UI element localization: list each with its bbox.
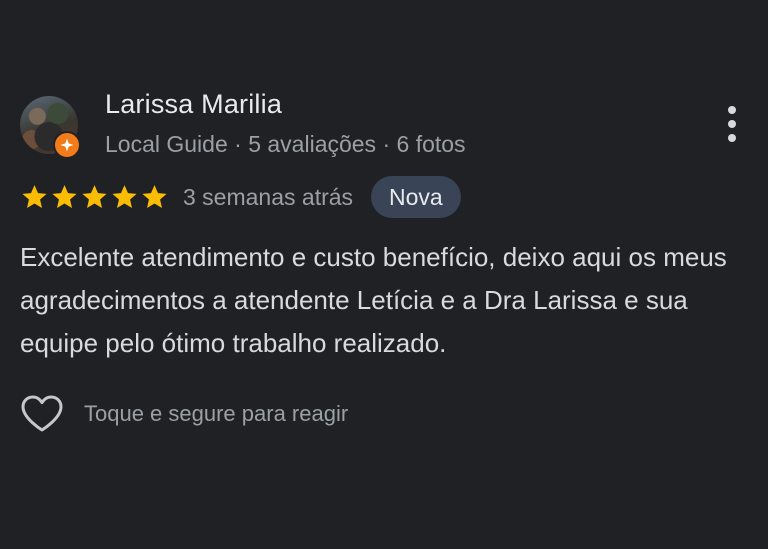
star-icon	[22, 184, 47, 208]
review-text: Excelente atendimento e custo benefício,…	[20, 242, 727, 358]
review-time: 3 semanas atrás	[183, 183, 354, 210]
meta-separator: ·	[376, 131, 397, 157]
review-card: Larissa Marilia Local Guide · 5 avaliaçõ…	[0, 0, 768, 549]
reviewer-meta: Local Guide · 5 avaliações · 6 fotos	[105, 131, 466, 158]
react-button[interactable]: Toque e segure para reagir	[20, 392, 348, 436]
star-icon	[142, 184, 167, 208]
star-icon	[52, 184, 77, 208]
reviewer-name[interactable]: Larissa Marilia	[105, 89, 282, 120]
new-badge: Nova	[371, 176, 461, 218]
local-guide-badge-icon	[53, 131, 81, 159]
reviewer-review-count: 5 avaliações	[248, 131, 377, 157]
rating-row: 3 semanas atrás Nova	[20, 176, 461, 218]
react-label: Toque e segure para reagir	[84, 401, 349, 426]
reviewer-level: Local Guide	[105, 131, 228, 157]
heart-outline-icon	[21, 395, 63, 432]
star-icon	[82, 184, 107, 208]
star-icon	[112, 184, 137, 208]
more-vert-icon[interactable]	[718, 104, 746, 144]
meta-separator: ·	[227, 131, 249, 157]
reviewer-photo-count: 6 fotos	[396, 131, 466, 157]
star-rating	[20, 183, 169, 212]
